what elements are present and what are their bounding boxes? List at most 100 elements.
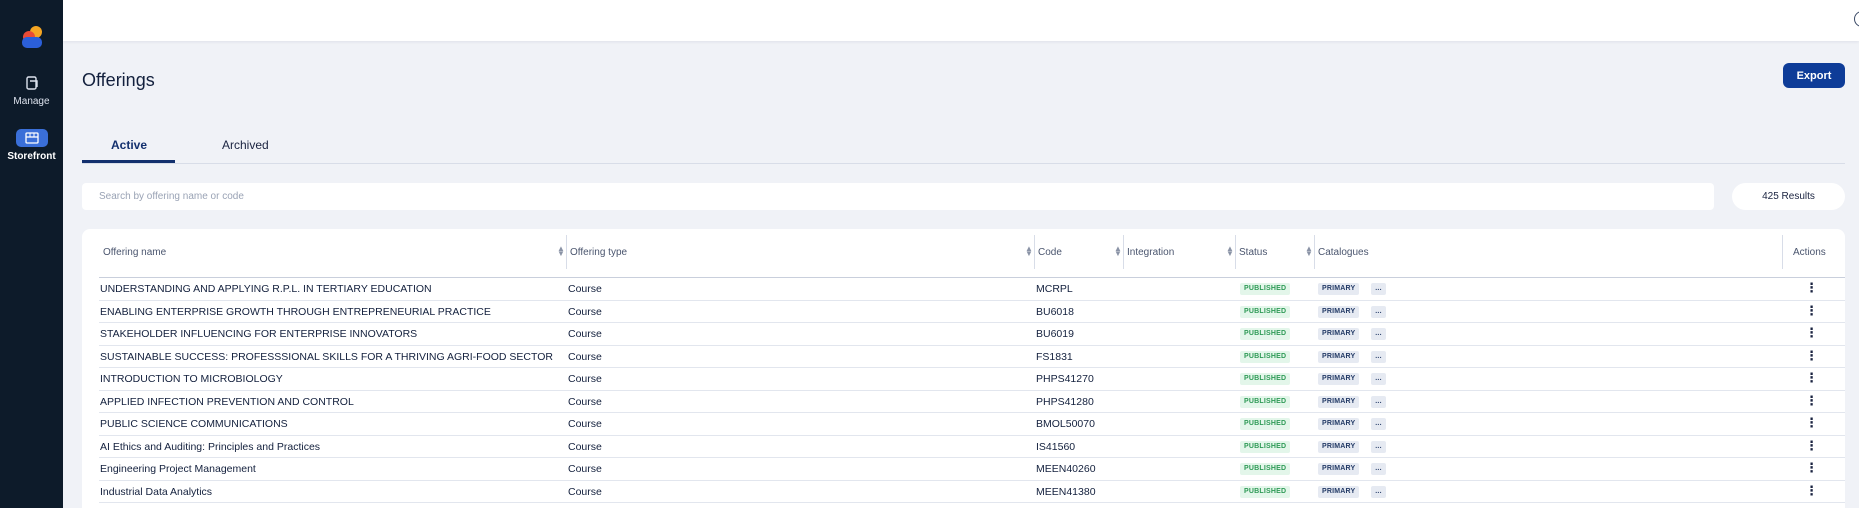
offering-code: BMOL50070 [1036,418,1095,430]
table-row[interactable]: PUBLIC SCIENCE COMMUNICATIONS Course BMO… [99,413,1845,436]
status-badge: PUBLISHED [1240,485,1291,498]
more-catalogues-badge[interactable]: ... [1371,463,1386,475]
offering-type: Course [568,350,602,363]
catalogue-badge: PRIMARY [1318,283,1360,295]
table-row[interactable]: APPLIED INFECTION PREVENTION AND CONTROL… [99,391,1845,413]
sidebar-item-storefront[interactable]: Storefront [0,129,63,162]
offering-type: Course [568,485,602,498]
status-badge: PUBLISHED [1240,283,1291,295]
more-catalogues-badge[interactable]: ... [1371,283,1386,295]
table-row[interactable]: Industrial Data Analytics Course MEEN413… [99,481,1845,503]
column-header-catalogues: Catalogues [1318,247,1369,258]
offering-type: Course [568,463,602,475]
status-badge: PUBLISHED [1240,395,1291,408]
export-button[interactable]: Export [1783,63,1845,88]
column-divider [1782,235,1783,269]
offering-code: FS1831 [1036,350,1073,363]
offering-name[interactable]: INTRODUCTION TO MICROBIOLOGY [100,373,283,385]
column-header-status[interactable]: Status [1239,247,1267,258]
sort-icon[interactable]: ▲ ▼ [1305,245,1313,258]
results-count: 425 Results [1732,183,1845,210]
catalogue-badge: PRIMARY [1318,328,1360,340]
catalogue-badge: PRIMARY [1318,305,1360,318]
offering-name[interactable]: Industrial Data Analytics [100,486,212,498]
offering-name[interactable]: AI Ethics and Auditing: Principles and P… [100,441,320,453]
tab-archived[interactable]: Archived [222,138,269,152]
sort-icon[interactable]: ▲ ▼ [1226,245,1234,258]
more-catalogues-badge[interactable]: ... [1371,485,1386,498]
search-input[interactable] [82,183,1714,210]
table-row[interactable]: AI Ethics and Auditing: Principles and P… [99,436,1845,458]
table-row[interactable]: UNDERSTANDING AND APPLYING R.P.L. IN TER… [99,278,1845,301]
help-icon[interactable]: ? [1854,11,1859,27]
offering-code: MEEN41380 [1036,485,1096,498]
row-actions-icon[interactable]: ⋮ [1805,348,1818,364]
table-row[interactable]: INTRODUCTION TO MICROBIOLOGY Course PHPS… [99,368,1845,391]
catalogue-badge: PRIMARY [1318,373,1360,385]
sort-icon[interactable]: ▲ ▼ [1114,245,1122,258]
storefront-icon [15,129,48,147]
offering-code: MCRPL [1036,283,1073,295]
more-catalogues-badge[interactable]: ... [1371,395,1386,408]
sort-icon[interactable]: ▲ ▼ [1025,245,1033,258]
offering-type: Course [568,305,602,318]
offerings-table: Offering name ▲ ▼ Offering type ▲ ▼ Code ▲… [82,229,1845,508]
row-actions-icon[interactable]: ⋮ [1805,325,1818,341]
offering-name[interactable]: PUBLIC SCIENCE COMMUNICATIONS [100,418,288,430]
row-actions-icon[interactable]: ⋮ [1805,438,1818,454]
offering-name[interactable]: UNDERSTANDING AND APPLYING R.P.L. IN TER… [100,283,432,295]
table-row[interactable]: SUSTAINABLE SUCCESS: PROFESSSIONAL SKILL… [99,346,1845,368]
more-catalogues-badge[interactable]: ... [1371,305,1386,318]
catalogue-badge: PRIMARY [1318,440,1360,453]
more-catalogues-badge[interactable]: ... [1371,373,1386,385]
file-icon [16,74,48,92]
catalogue-badge: PRIMARY [1318,418,1360,430]
offering-type: Course [568,373,602,385]
catalogue-badge: PRIMARY [1318,463,1360,475]
column-header-offering-type[interactable]: Offering type [570,247,627,258]
sort-icon[interactable]: ▲ ▼ [557,245,565,258]
status-badge: PUBLISHED [1240,418,1291,430]
offering-type: Course [568,440,602,453]
row-actions-icon[interactable]: ⋮ [1805,415,1818,431]
tab-active[interactable]: Active [111,138,147,152]
offering-type: Course [568,395,602,408]
table-row[interactable]: ENABLING ENTERPRISE GROWTH THROUGH ENTRE… [99,301,1845,323]
row-actions-icon[interactable]: ⋮ [1805,460,1818,476]
column-divider [1034,235,1035,269]
offering-name[interactable]: SUSTAINABLE SUCCESS: PROFESSSIONAL SKILL… [100,351,553,363]
status-badge: PUBLISHED [1240,350,1291,363]
app-logo[interactable] [19,24,45,50]
sidebar-item-label: Storefront [7,151,56,162]
row-actions-icon[interactable]: ⋮ [1805,370,1818,386]
column-header-integration[interactable]: Integration [1127,247,1174,258]
status-badge: PUBLISHED [1240,463,1291,475]
offering-type: Course [568,328,602,340]
status-badge: PUBLISHED [1240,440,1291,453]
offering-name[interactable]: APPLIED INFECTION PREVENTION AND CONTROL [100,396,354,408]
row-actions-icon[interactable]: ⋮ [1805,483,1818,499]
row-actions-icon[interactable]: ⋮ [1805,393,1818,409]
sidebar: Manage Storefront [0,0,63,508]
row-actions-icon[interactable]: ⋮ [1805,280,1818,296]
more-catalogues-badge[interactable]: ... [1371,440,1386,453]
offering-name[interactable]: Engineering Project Management [100,463,256,475]
offering-code: MEEN40260 [1036,463,1096,475]
status-badge: PUBLISHED [1240,305,1291,318]
offering-type: Course [568,283,602,295]
column-header-offering-name[interactable]: Offering name [103,247,166,258]
more-catalogues-badge[interactable]: ... [1371,418,1386,430]
table-row[interactable]: STAKEHOLDER INFLUENCING FOR ENTERPRISE I… [99,323,1845,346]
offering-name[interactable]: ENABLING ENTERPRISE GROWTH THROUGH ENTRE… [100,306,491,318]
status-badge: PUBLISHED [1240,328,1291,340]
table-row[interactable]: Engineering Project Management Course ME… [99,458,1845,481]
column-header-code[interactable]: Code [1038,247,1062,258]
offering-code: PHPS41280 [1036,395,1094,408]
column-divider [1314,235,1315,269]
row-actions-icon[interactable]: ⋮ [1805,303,1818,319]
sidebar-item-manage[interactable]: Manage [0,74,63,107]
offering-name[interactable]: STAKEHOLDER INFLUENCING FOR ENTERPRISE I… [100,328,417,340]
more-catalogues-badge[interactable]: ... [1371,350,1386,363]
more-catalogues-badge[interactable]: ... [1371,328,1386,340]
top-bar: ? [63,0,1859,41]
